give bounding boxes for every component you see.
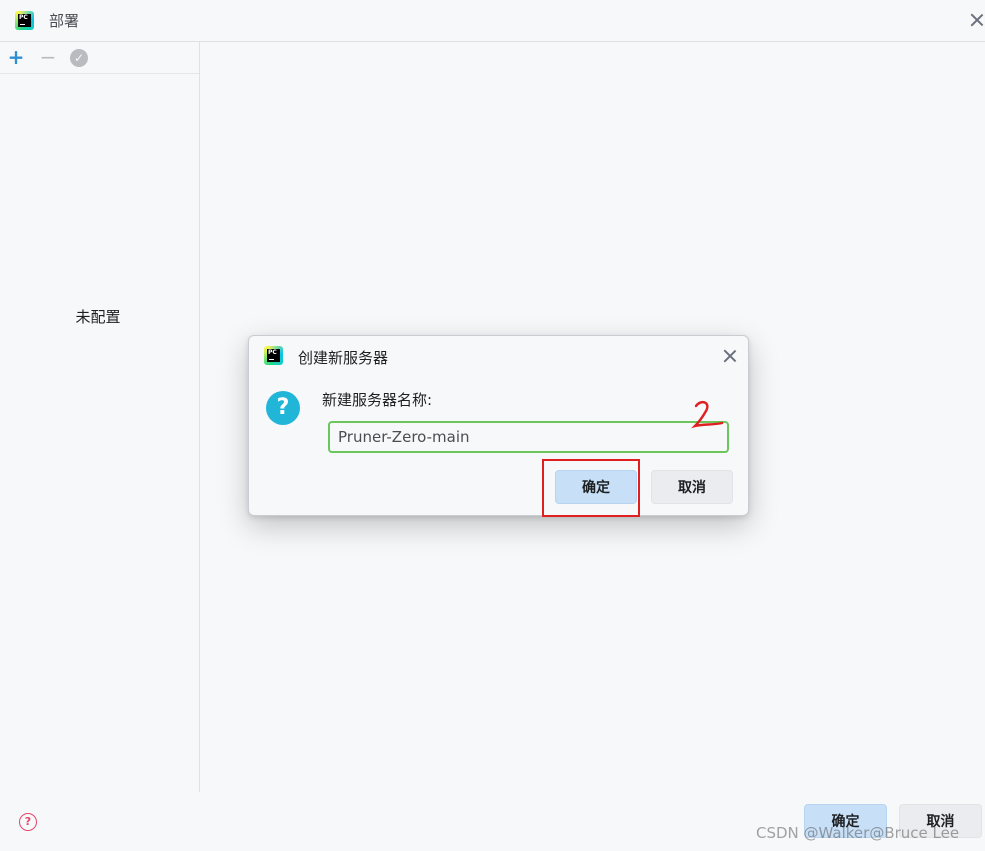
dialog-title: 创建新服务器 xyxy=(298,349,389,367)
dialog-ok-button[interactable]: 确定 xyxy=(555,470,637,504)
window-title: 部署 xyxy=(49,12,80,30)
empty-list-label: 未配置 xyxy=(75,308,121,326)
dialog-close-icon[interactable] xyxy=(722,348,738,364)
server-name-input[interactable] xyxy=(328,421,729,453)
server-list-toolbar: + − ✓ xyxy=(0,42,199,74)
window-footer: ? 确定 取消 CSDN @Walker@Bruce Lee xyxy=(0,793,985,851)
pycharm-logo-icon: PC xyxy=(264,346,283,365)
help-icon[interactable]: ? xyxy=(19,813,37,831)
pycharm-logo-icon: PC xyxy=(15,11,34,30)
remove-server-icon[interactable]: − xyxy=(38,47,58,67)
question-icon: ? xyxy=(266,391,300,425)
dialog-cancel-button[interactable]: 取消 xyxy=(651,470,733,504)
create-server-dialog: PC 创建新服务器 ? 新建服务器名称: 确定 取消 xyxy=(248,335,749,517)
add-server-icon[interactable]: + xyxy=(6,47,26,67)
window-close-icon[interactable] xyxy=(969,12,985,28)
server-list-panel: + − ✓ 未配置 xyxy=(0,42,200,792)
deployment-window: PC 部署 + − ✓ 未配置 ? 确定 取消 CSDN @Walker@Bru… xyxy=(0,0,985,851)
server-name-label: 新建服务器名称: xyxy=(322,391,433,409)
window-titlebar: PC 部署 xyxy=(0,0,985,42)
watermark-text: CSDN @Walker@Bruce Lee xyxy=(756,824,960,842)
set-default-icon[interactable]: ✓ xyxy=(70,49,88,67)
